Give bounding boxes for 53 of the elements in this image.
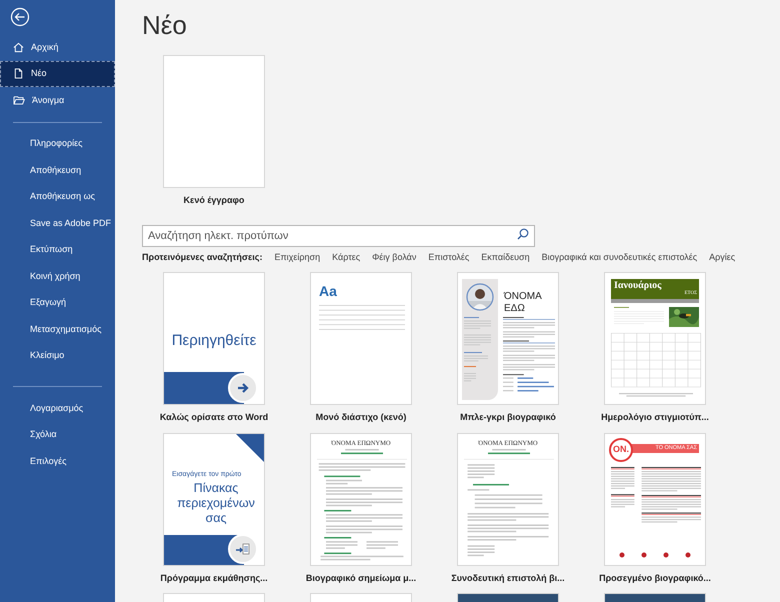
thumbnail-heading: Περιηγηθείτε [170,331,258,351]
sidebar-item[interactable]: Επιλογές [0,448,115,474]
sidebar-item[interactable]: Μετασχηματισμός [0,316,115,342]
sidebar-item[interactable]: Λογαριασμός [0,395,115,422]
suggested-search-link[interactable]: Αργίες [709,250,736,264]
month-title: Ιανουάριος [614,280,662,292]
template-label: Κενό έγγραφο [184,194,244,207]
thumbnail-heading: Aa [319,282,337,301]
home-icon [13,42,24,53]
template-label: Βιογραφικό σημείωμα μ... [306,572,416,585]
template-label: Μπλε-γκρι βιογραφικό [460,411,556,424]
template-label: Πρόγραμμα εκμάθησης... [160,572,268,585]
thumbnail-heading: Πίνακας περιεχομένων σας [176,480,256,526]
page-title: Νέο [142,9,188,42]
sidebar-item[interactable]: Αρχική [0,34,115,60]
text-lines-drawing [341,448,383,454]
sidebar-item[interactable]: Νέο [0,60,115,87]
search-icon[interactable] [517,228,529,240]
sidebar-item[interactable]: Άνοιγμα [0,87,115,114]
suggested-searches-label: Προτεινόμενες αναζητήσεις: [142,250,262,264]
search-field[interactable]: Αναζήτηση ηλεκτ. προτύπων [142,224,535,246]
suggested-search-link[interactable]: Φέιγ βολάν [372,250,416,264]
sidebar-item[interactable]: Κοινή χρήση [0,263,115,290]
name-heading: ΕΔΩ [504,303,525,314]
sidebar-item[interactable]: Save as Adobe PDF [0,210,115,236]
sidebar-item[interactable]: Κλείσιμο [0,342,115,369]
back-icon[interactable] [10,7,30,27]
sidebar-item[interactable]: Πληροφορίες [0,130,115,157]
document-icon [13,68,24,80]
template-thumbnail[interactable]: Aa [310,272,412,405]
template-label: Μονό διάστιχο (κενό) [316,411,406,424]
template-label: Καλώς ορίσατε στο Word [160,411,268,424]
template-thumbnail[interactable]: Περιηγηθείτε [163,272,265,405]
suggested-search-link[interactable]: Επιχείρηση [274,250,320,264]
template-thumbnail[interactable]: ΌΝΟΜΑ ΕΔΩ [457,272,559,405]
name-heading: ΌΝΟΜΑ [504,291,542,302]
suggested-search-link[interactable]: Κάρτες [332,250,360,264]
suggested-search-link[interactable]: Επιστολές [428,250,470,264]
suggested-search-link[interactable]: Εκπαίδευση [481,250,530,264]
text-lines-drawing [488,448,530,454]
suggested-search-link[interactable]: Βιογραφικά και συνοδευτικές επιστολές [542,250,698,264]
blank-document-thumbnail[interactable] [163,55,265,188]
sidebar-item[interactable]: Εκτύπωση [0,236,115,263]
corner-ribbon-icon [236,434,264,462]
sidebar-item[interactable]: Αποθήκευση [0,157,115,184]
folder-icon [13,95,25,106]
sidebar-item[interactable]: Εξαγωγή [0,290,115,316]
template-label: Προσεγμένο βιογραφικό... [599,572,711,585]
sidebar-item[interactable]: Σχόλια [0,422,115,448]
monogram: ON. [612,442,629,456]
template-label: Συνοδευτική επιστολή βι... [451,572,565,585]
sidebar-item[interactable]: Αποθήκευση ως [0,184,115,210]
template-label: Ημερολόγιο στιγμιοτύπ... [601,411,709,424]
